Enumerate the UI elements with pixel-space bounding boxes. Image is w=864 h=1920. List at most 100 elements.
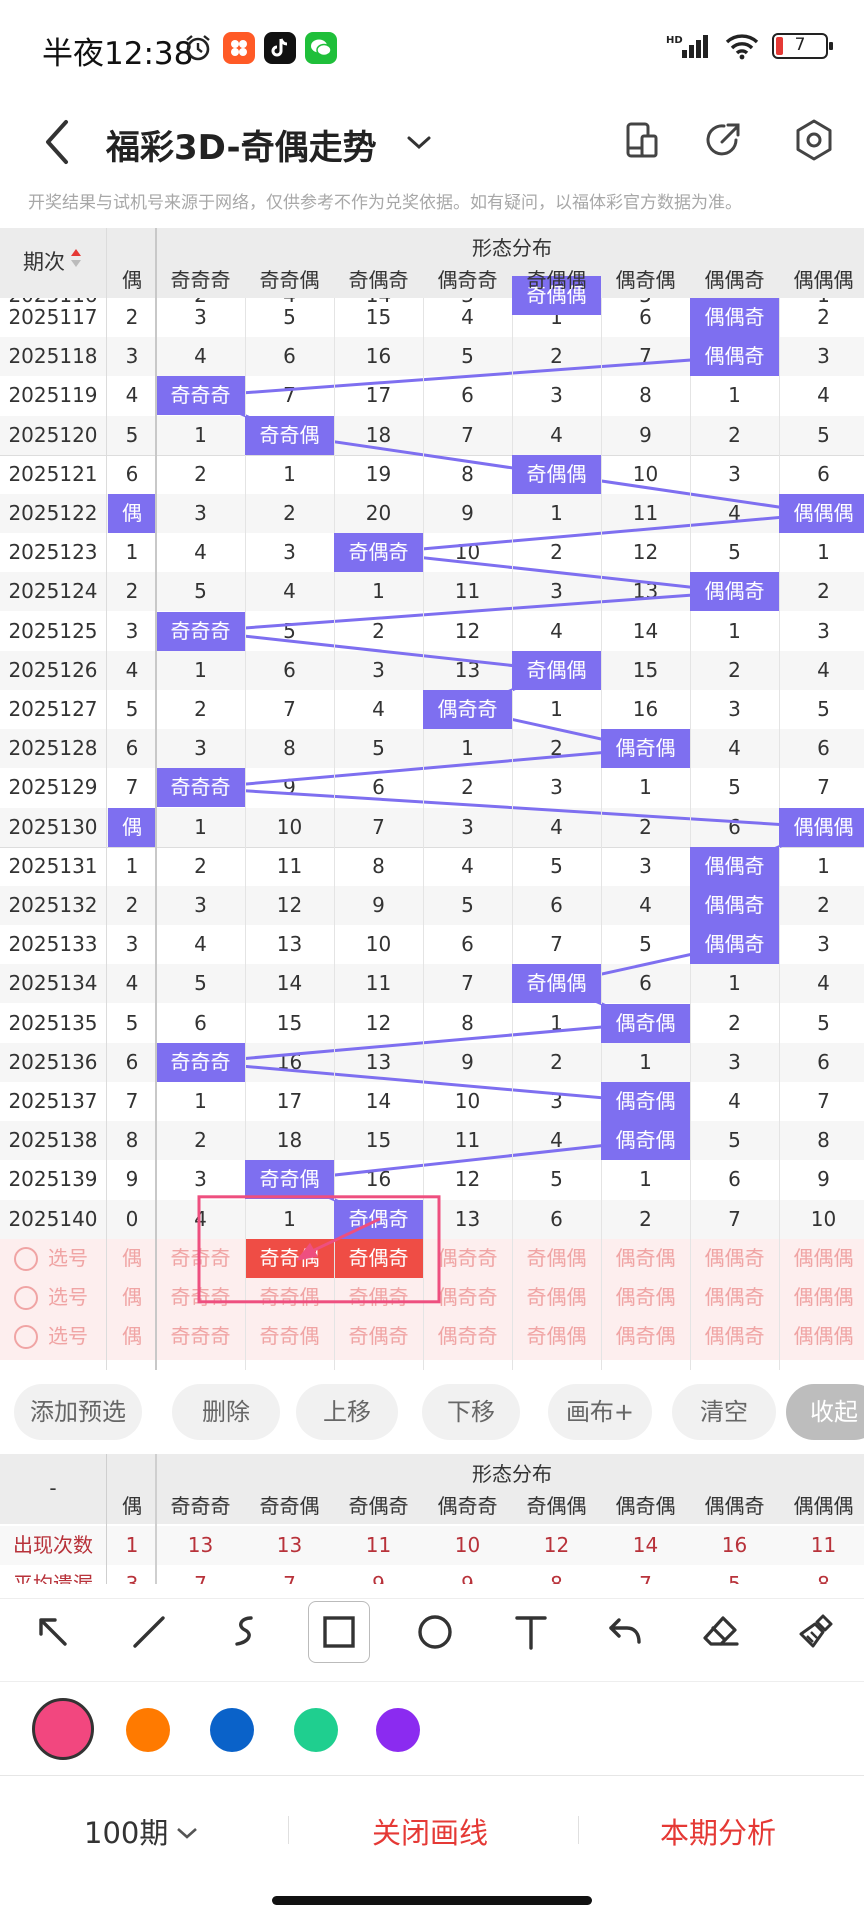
- trend-table[interactable]: 形态分布期次偶奇奇奇奇奇偶奇偶奇偶奇奇奇偶偶偶奇偶偶偶奇偶偶偶24143奇偶偶5…: [0, 228, 864, 1370]
- select-cell-picked[interactable]: 奇奇偶: [245, 1238, 334, 1278]
- undo-icon[interactable]: [594, 1601, 656, 1663]
- select-radio[interactable]: [14, 1246, 38, 1271]
- table-row[interactable]: 2025118 3 4 6 16 5 2 7 偶偶奇 3: [0, 337, 864, 377]
- table-row[interactable]: 2025132 2 3 12 9 5 6 4 偶偶奇 2: [0, 886, 864, 925]
- table-row[interactable]: 2025130 偶 1 10 7 3 4 2 6 偶偶偶: [0, 807, 864, 847]
- table-row[interactable]: 2025137 7 1 17 14 10 3 偶奇偶 4 7: [0, 1082, 864, 1121]
- table-row[interactable]: 2025131 1 2 11 8 4 5 3 偶偶奇 1: [0, 846, 864, 886]
- select-cell[interactable]: 奇偶偶: [512, 1278, 601, 1317]
- table-row[interactable]: 2025129 7 奇奇奇 9 6 2 3 1 5 7: [0, 768, 864, 808]
- select-cell[interactable]: 偶奇偶: [601, 1239, 690, 1278]
- select-cell[interactable]: 偶偶奇: [690, 1239, 779, 1278]
- move-down-button[interactable]: 下移: [422, 1384, 520, 1440]
- close-draw-button[interactable]: 关闭画线: [372, 1810, 488, 1852]
- select-cell[interactable]: 偶偶奇: [690, 1278, 779, 1317]
- collapse-button[interactable]: 收起: [786, 1384, 864, 1440]
- share-icon[interactable]: [700, 116, 748, 164]
- curve-tool-icon[interactable]: [214, 1601, 276, 1663]
- select-cell[interactable]: 奇奇偶: [245, 1317, 334, 1356]
- table-row[interactable]: 2025127 5 2 7 4 偶奇奇 1 16 3 5: [0, 690, 864, 729]
- table-row[interactable]: 2025128 6 3 8 5 1 2 偶奇偶 4 6: [0, 729, 864, 769]
- circle-tool-icon[interactable]: [404, 1601, 466, 1663]
- select-cell[interactable]: 偶奇奇: [423, 1278, 512, 1317]
- table-row[interactable]: 2025120 5 1 奇奇偶 18 7 4 9 2 5: [0, 415, 864, 455]
- color-swatch-pink[interactable]: [32, 1698, 94, 1760]
- miss-count-cell: 7: [728, 1206, 741, 1231]
- chevron-down-icon[interactable]: [404, 122, 434, 162]
- column-header[interactable]: 奇偶偶: [512, 264, 601, 293]
- miss-count-cell: 15: [632, 657, 659, 682]
- eraser-icon[interactable]: [690, 1601, 752, 1663]
- select-row[interactable]: 选号偶奇奇奇 奇奇偶 奇偶奇 偶奇奇 奇偶偶 偶奇偶 偶偶奇 偶偶偶: [0, 1317, 864, 1356]
- table-row[interactable]: 2025135 5 6 15 12 8 1 偶奇偶 2 5: [0, 1003, 864, 1043]
- table-row[interactable]: 2025139 9 3 奇奇偶 16 12 5 1 6 9: [0, 1160, 864, 1200]
- select-cell[interactable]: 偶奇奇: [423, 1317, 512, 1356]
- table-row[interactable]: 2025133 3 4 13 10 6 7 5 偶偶奇 3: [0, 925, 864, 965]
- select-cell[interactable]: 偶奇偶: [601, 1317, 690, 1356]
- select-cell[interactable]: 偶偶偶: [779, 1239, 864, 1278]
- select-cell[interactable]: 奇偶偶: [512, 1317, 601, 1356]
- select-row[interactable]: 选号偶奇奇奇 奇奇偶 奇偶奇 偶奇奇 奇偶偶 偶奇偶 偶偶奇 偶偶偶: [0, 1278, 864, 1317]
- column-header[interactable]: 偶奇偶: [601, 264, 690, 293]
- select-radio[interactable]: [14, 1286, 38, 1310]
- page-title[interactable]: 福彩3D-奇偶走势: [106, 120, 377, 169]
- period-count-select[interactable]: 100期: [84, 1810, 200, 1852]
- table-row[interactable]: 2025123 1 4 3 奇偶奇 10 2 12 5 1: [0, 533, 864, 573]
- column-header[interactable]: 偶奇奇: [423, 264, 512, 293]
- canvas-plus-button[interactable]: 画布+: [548, 1384, 652, 1440]
- select-cell[interactable]: 奇偶偶: [512, 1239, 601, 1278]
- table-cell-partial: 6: [125, 736, 139, 761]
- period-cell: 2025140: [8, 1206, 98, 1231]
- table-row[interactable]: 2025124 2 5 4 1 11 3 13 偶偶奇 2: [0, 572, 864, 612]
- period-header[interactable]: 期次: [0, 246, 106, 276]
- column-header[interactable]: 偶偶奇: [690, 264, 779, 293]
- column-header[interactable]: 奇奇奇: [156, 264, 245, 293]
- clear-brush-icon[interactable]: [784, 1601, 846, 1663]
- clear-button[interactable]: 清空: [672, 1384, 776, 1440]
- settings-hexagon-icon[interactable]: [790, 116, 838, 164]
- table-row[interactable]: 2025125 3 奇奇奇 5 2 12 4 14 1 3: [0, 611, 864, 651]
- color-swatch-green[interactable]: [294, 1708, 338, 1752]
- arrow-tool-icon[interactable]: [22, 1601, 84, 1663]
- color-swatch-orange[interactable]: [126, 1708, 170, 1752]
- select-cell[interactable]: 奇偶奇: [334, 1278, 423, 1317]
- analysis-button[interactable]: 本期分析: [660, 1810, 776, 1852]
- select-radio[interactable]: [14, 1325, 38, 1350]
- move-up-button[interactable]: 上移: [296, 1384, 398, 1440]
- select-cell[interactable]: 偶偶偶: [779, 1278, 864, 1317]
- table-row[interactable]: 2025140 0 4 1 奇偶奇 13 6 2 7 10: [0, 1199, 864, 1239]
- column-header[interactable]: 奇偶奇: [334, 264, 423, 293]
- back-arrow-icon[interactable]: [38, 116, 78, 168]
- delete-button[interactable]: 删除: [172, 1384, 280, 1440]
- table-row[interactable]: 2025119 4 奇奇奇 7 17 6 3 8 1 4: [0, 376, 864, 416]
- table-row[interactable]: 2025117 2 3 5 15 4 1 6 偶偶奇 2: [0, 298, 864, 337]
- select-cell[interactable]: 偶奇奇: [423, 1239, 512, 1278]
- layout-toggle-icon[interactable]: [618, 116, 666, 164]
- table-row[interactable]: 2025121 6 2 1 19 8 奇偶偶 10 3 6: [0, 454, 864, 494]
- rectangle-tool-icon[interactable]: [308, 1601, 370, 1663]
- select-cell[interactable]: 奇奇偶: [245, 1278, 334, 1317]
- select-cell[interactable]: 偶奇偶: [601, 1278, 690, 1317]
- column-header[interactable]: 偶偶偶: [779, 264, 864, 293]
- select-cell[interactable]: 奇偶奇: [334, 1317, 423, 1356]
- select-cell[interactable]: 偶偶奇: [690, 1317, 779, 1356]
- color-swatch-blue[interactable]: [210, 1708, 254, 1752]
- table-row[interactable]: 2025122 偶 3 2 20 9 1 11 4 偶偶偶: [0, 494, 864, 533]
- select-cell[interactable]: 奇奇奇: [156, 1239, 245, 1278]
- select-row[interactable]: 选号偶奇奇奇 奇奇偶 奇偶奇 偶奇奇 奇偶偶 偶奇偶 偶偶奇 偶偶偶: [0, 1238, 864, 1278]
- table-cell-partial: 1: [125, 540, 139, 565]
- text-tool-icon[interactable]: [500, 1601, 562, 1663]
- home-indicator[interactable]: [272, 1896, 592, 1905]
- select-cell[interactable]: 奇奇奇: [156, 1317, 245, 1356]
- color-swatch-purple[interactable]: [376, 1708, 420, 1752]
- table-row[interactable]: 2025126 4 1 6 3 13 奇偶偶 15 2 4: [0, 650, 864, 690]
- column-header[interactable]: 奇奇偶: [245, 264, 334, 293]
- table-row[interactable]: 2025136 6 奇奇奇 16 13 9 2 1 3 6: [0, 1042, 864, 1082]
- select-cell[interactable]: 偶偶偶: [779, 1317, 864, 1356]
- line-tool-icon[interactable]: [118, 1601, 180, 1663]
- table-row[interactable]: 2025134 4 5 14 11 7 奇偶偶 6 1 4: [0, 964, 864, 1004]
- select-cell-picked[interactable]: 奇偶奇: [334, 1238, 423, 1278]
- add-preselect-button[interactable]: 添加预选: [14, 1384, 142, 1440]
- table-row[interactable]: 2025138 8 2 18 15 11 4 偶奇偶 5 8: [0, 1121, 864, 1161]
- select-cell[interactable]: 奇奇奇: [156, 1278, 245, 1317]
